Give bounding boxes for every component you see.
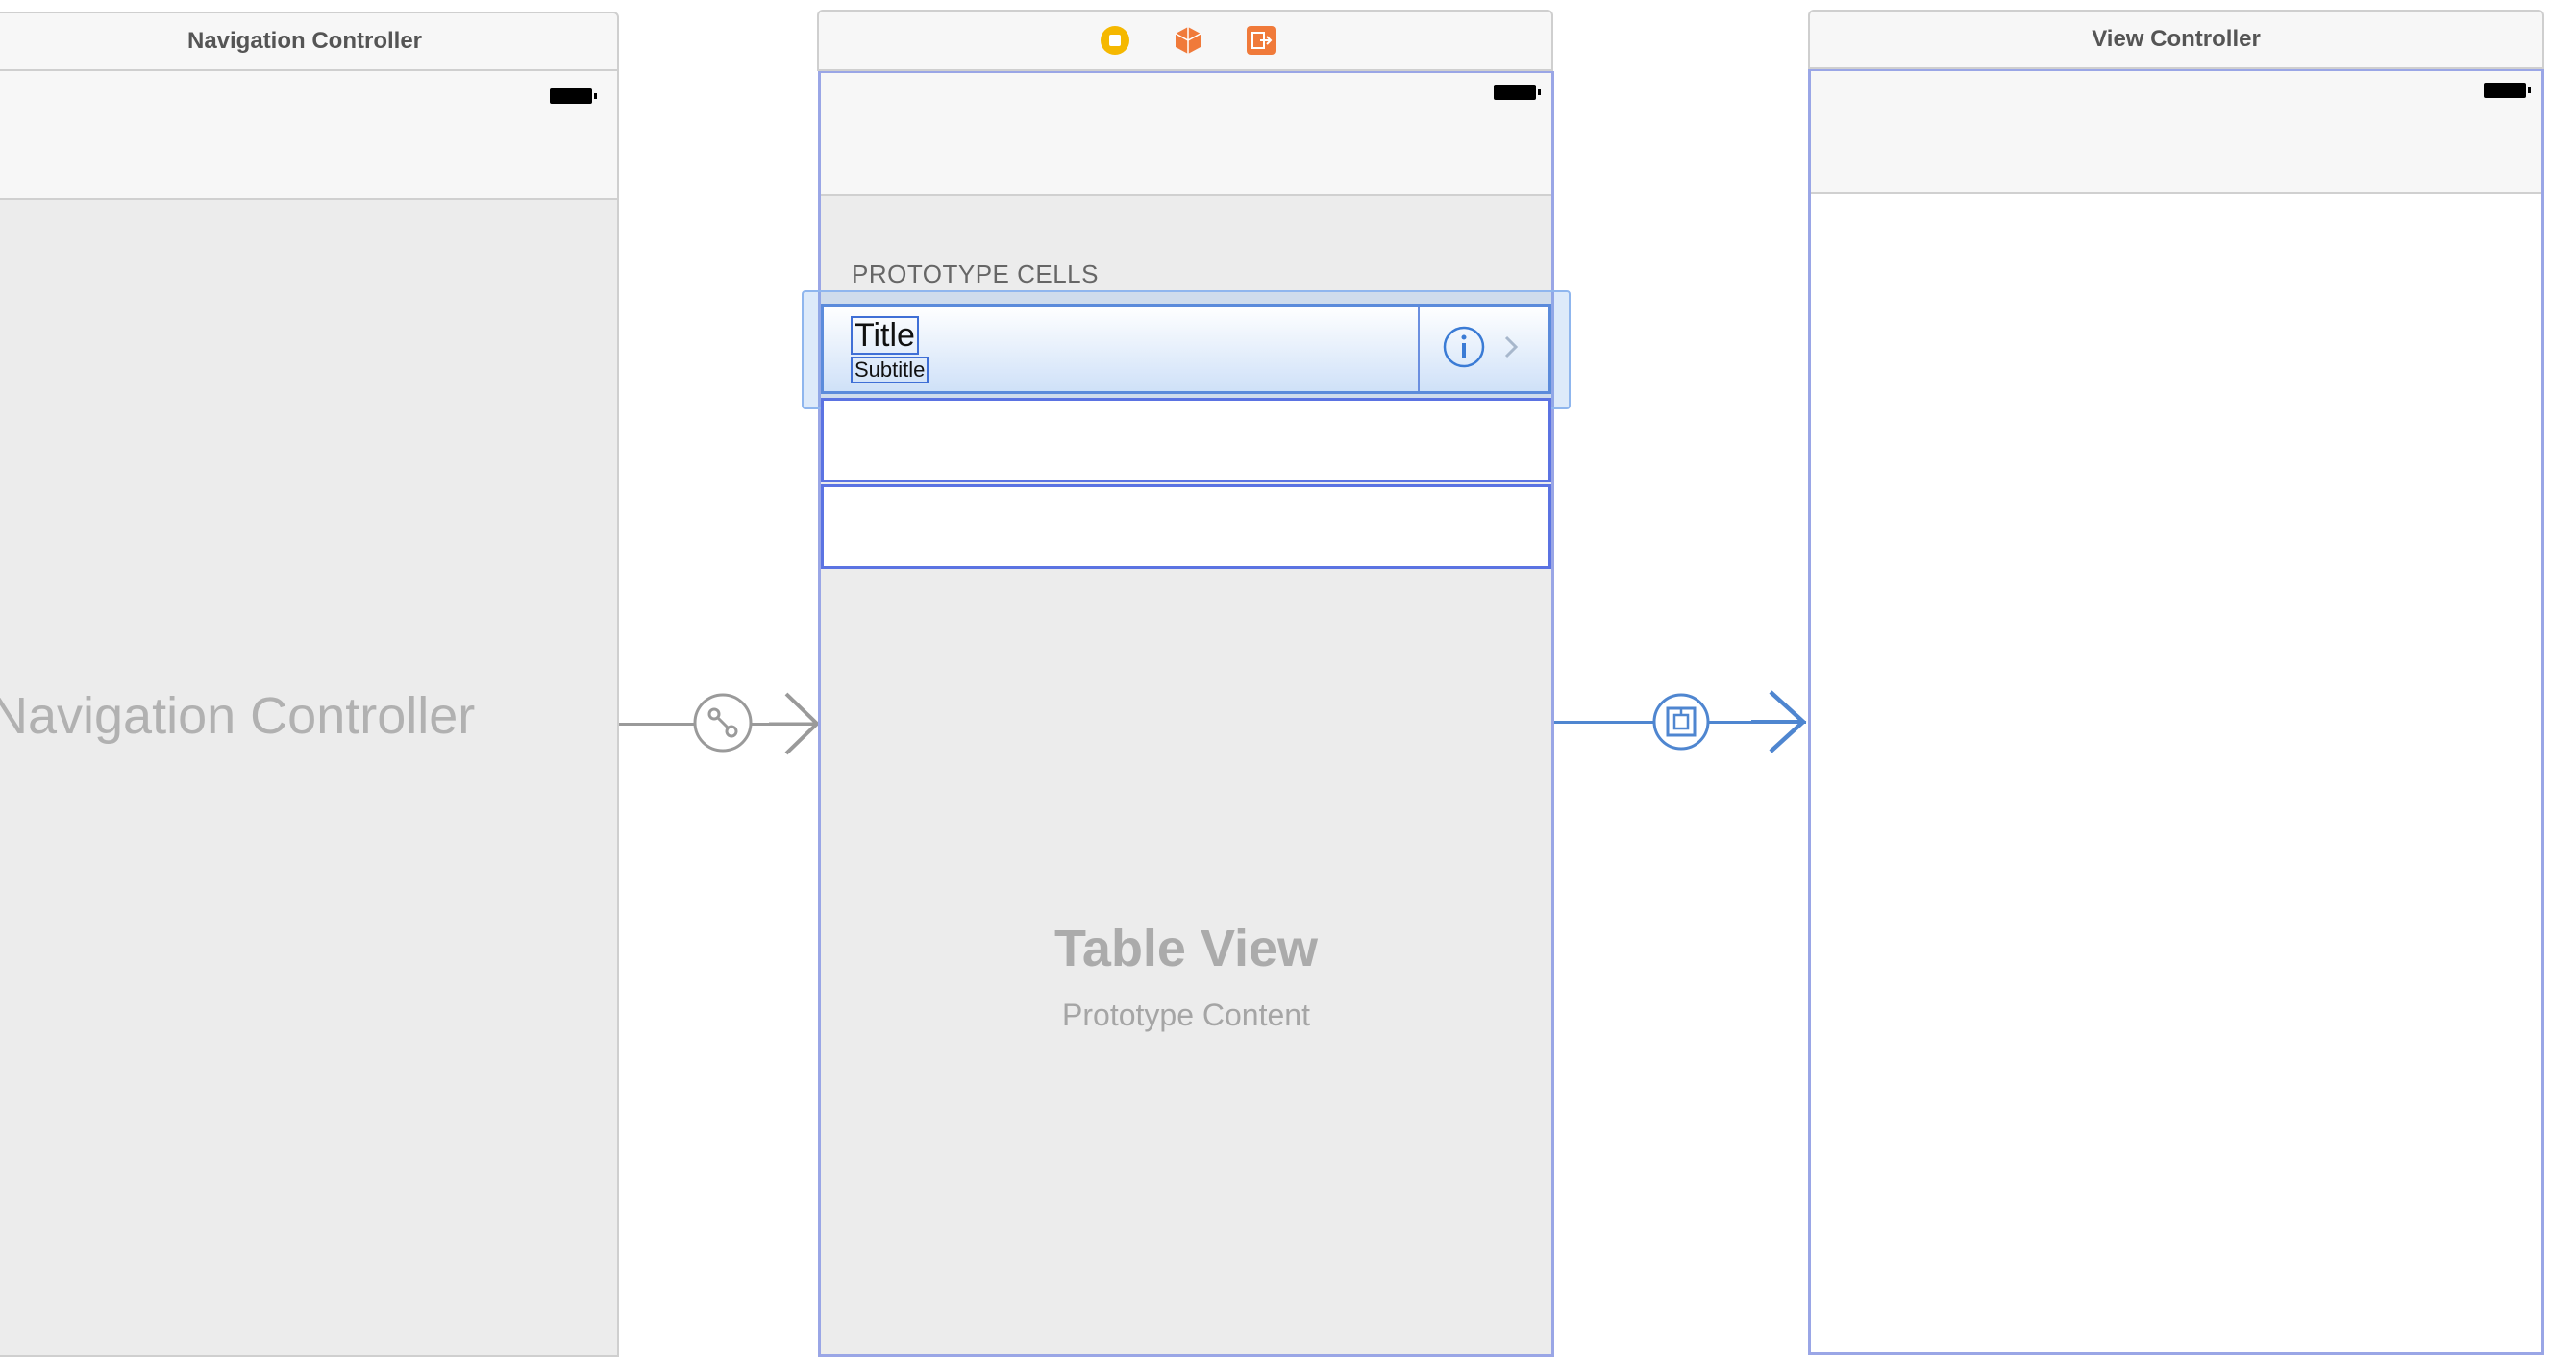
first-responder-icon[interactable] (1173, 25, 1203, 56)
view-controller-canvas[interactable] (1808, 69, 2544, 1355)
navigation-controller-scene-header[interactable]: Navigation Controller (0, 12, 619, 71)
chevron-right-icon (1504, 335, 1519, 358)
table-view-placeholder-title: Table View (1053, 920, 1319, 977)
navigation-controller-placeholder-label: Navigation Controller (0, 687, 476, 745)
battery-icon (1494, 85, 1541, 100)
view-controller-icon[interactable] (1100, 25, 1130, 56)
cell-content-view[interactable]: Title Subtitle (824, 307, 1420, 391)
table-view-controller-canvas[interactable]: PROTOTYPE CELLS Title Subtitle Table Vie… (802, 71, 1571, 1357)
info-icon[interactable] (1443, 326, 1485, 368)
show-segue-icon[interactable] (1651, 692, 1711, 752)
table-row[interactable] (821, 484, 1551, 569)
view-controller-scene-header[interactable]: View Controller (1808, 10, 2544, 69)
show-segue-arrow-icon (1751, 690, 1807, 753)
view-controller-scene-title: View Controller (2092, 26, 2261, 52)
navigation-item-bar[interactable] (1811, 71, 2541, 194)
navigation-controller-scene-title: Navigation Controller (186, 28, 423, 54)
exit-icon[interactable] (1246, 25, 1276, 56)
cell-subtitle-label[interactable]: Subtitle (851, 357, 929, 383)
table-view-placeholder-subtitle: Prototype Content (1062, 998, 1310, 1032)
prototype-cell[interactable]: Title Subtitle (821, 304, 1551, 394)
table-view-controller-dock[interactable] (817, 10, 1553, 71)
cell-title-label[interactable]: Title (851, 316, 919, 355)
root-segue-arrow-icon (769, 692, 820, 755)
battery-icon (550, 88, 597, 104)
table-row[interactable] (821, 398, 1551, 482)
relationship-segue-icon[interactable] (692, 692, 754, 753)
navigation-bar[interactable] (0, 71, 617, 200)
navigation-item-bar[interactable] (821, 73, 1551, 196)
prototype-cells-header: PROTOTYPE CELLS (852, 259, 1099, 288)
battery-icon (2484, 83, 2531, 98)
